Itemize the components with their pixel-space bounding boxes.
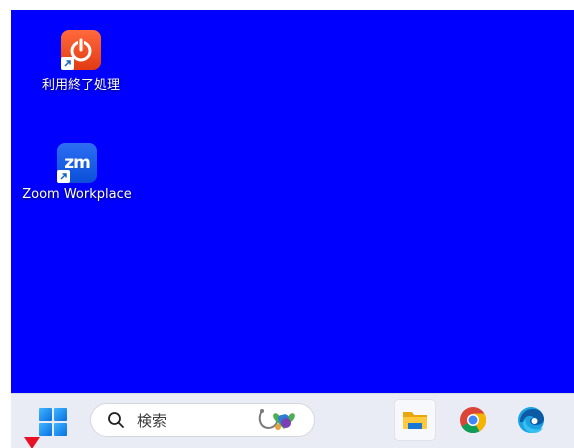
taskbar-chrome[interactable] — [452, 399, 494, 441]
start-tile — [54, 423, 67, 436]
taskbar: 検索 — [11, 393, 574, 448]
zoom-icon: zm — [57, 143, 97, 183]
start-tile — [54, 408, 67, 421]
chrome-icon — [460, 407, 487, 434]
shortcut-arrow-icon — [57, 170, 70, 183]
desktop-icon-label: 利用終了処理 — [41, 78, 120, 93]
file-explorer-icon — [403, 412, 427, 429]
desktop-icon-shutdown[interactable]: 利用終了処理 — [21, 30, 141, 93]
desktop-icon-zoom[interactable]: zm Zoom Workplace — [17, 143, 137, 202]
taskbar-file-explorer[interactable] — [394, 399, 436, 441]
start-tile — [39, 423, 52, 436]
edge-icon — [518, 407, 544, 433]
search-highlight-stethoscope-icon[interactable] — [256, 407, 298, 435]
cursor-marker-icon — [24, 437, 40, 448]
start-tile — [39, 408, 52, 421]
shortcut-arrow-icon — [61, 57, 74, 70]
search-input[interactable]: 検索 — [90, 403, 315, 437]
search-icon — [108, 412, 124, 428]
desktop[interactable]: 利用終了処理 zm Zoom Workplace — [11, 10, 574, 393]
screen: 利用終了処理 zm Zoom Workplace 検索 — [0, 0, 574, 448]
windows-start-icon[interactable] — [39, 408, 67, 436]
taskbar-edge[interactable] — [510, 399, 552, 441]
desktop-icon-label: Zoom Workplace — [22, 187, 132, 202]
search-placeholder: 検索 — [137, 411, 168, 430]
power-shutdown-icon — [61, 30, 101, 70]
